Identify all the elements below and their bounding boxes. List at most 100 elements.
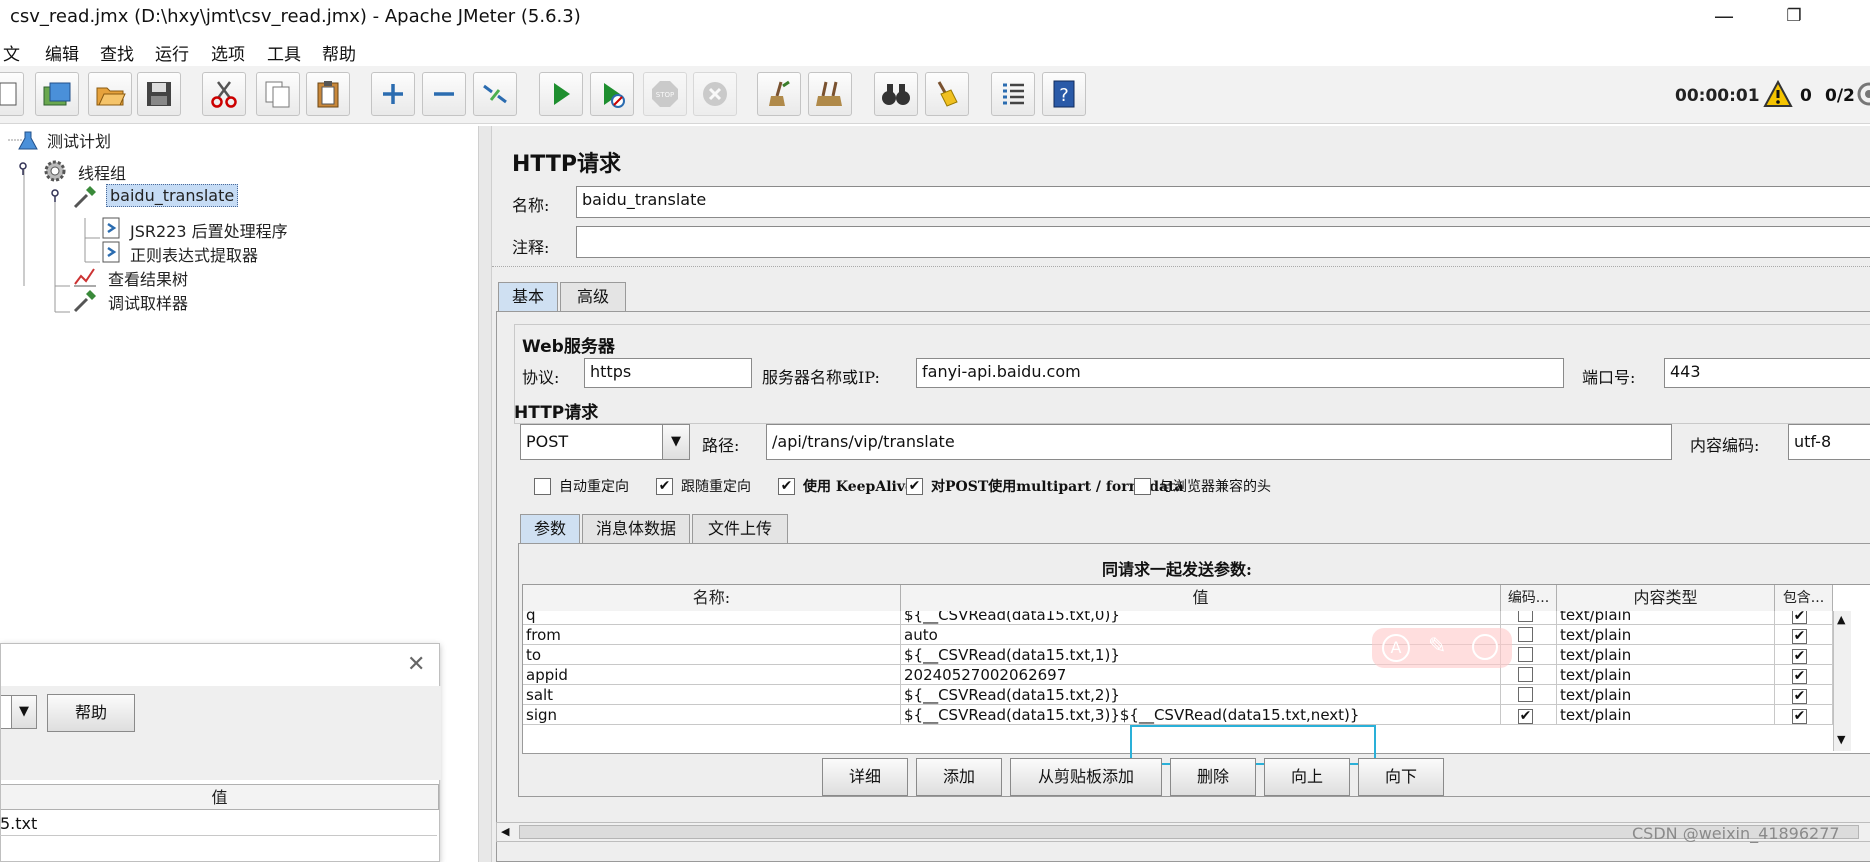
shutdown-button[interactable]	[693, 72, 737, 116]
param-value-cell[interactable]: 20240527002062697	[901, 665, 1501, 685]
translate-overlay-icon[interactable]: A	[1382, 634, 1410, 662]
param-content-type-cell[interactable]: text/plain	[1557, 611, 1775, 625]
table-row[interactable]: appid 20240527002062697 text/plain ✔	[523, 665, 1833, 685]
param-include-cell[interactable]: ✔	[1775, 685, 1833, 705]
param-content-type-cell[interactable]: text/plain	[1557, 625, 1775, 645]
new-button[interactable]	[0, 72, 24, 116]
dialog-close-icon[interactable]: ✕	[407, 652, 425, 677]
method-select[interactable]: POST	[520, 424, 664, 460]
param-include-cell[interactable]: ✔	[1775, 625, 1833, 645]
menu-edit[interactable]: 编辑	[45, 40, 79, 65]
table-row[interactable]: salt ${__CSVRead(data15.txt,2)} text/plain…	[523, 685, 1833, 705]
param-value-cell[interactable]: ${__CSVRead(data15.txt,3)}${__CSVRead(da…	[901, 705, 1501, 725]
dialog-value-header[interactable]: 值	[1, 784, 439, 810]
table-row[interactable]: sign ${__CSVRead(data15.txt,3)}${__CSVRea…	[523, 705, 1833, 725]
cut-button[interactable]	[202, 72, 246, 116]
param-content-type-cell[interactable]: text/plain	[1557, 645, 1775, 665]
move-up-button[interactable]: 向上	[1264, 758, 1350, 796]
menu-options[interactable]: 选项	[211, 40, 245, 65]
param-content-type-cell[interactable]: text/plain	[1557, 665, 1775, 685]
dialog-combo-arrow-icon[interactable]: ▼	[11, 695, 37, 729]
stop-button[interactable]: STOP	[643, 72, 687, 116]
checkbox[interactable]: ✔	[1518, 708, 1533, 724]
param-include-cell[interactable]: ✔	[1775, 611, 1833, 625]
scroll-down-icon[interactable]: ▼	[1837, 733, 1845, 746]
menu-help[interactable]: 帮助	[322, 40, 356, 65]
param-encode-cell[interactable]	[1501, 665, 1557, 685]
param-include-cell[interactable]: ✔	[1775, 665, 1833, 685]
open-button[interactable]	[88, 72, 132, 116]
param-encode-cell[interactable]	[1501, 611, 1557, 625]
tab-parameters[interactable]: 参数	[520, 514, 580, 544]
table-row[interactable]: q ${__CSVRead(data15.txt,0)} text/plain ✔	[523, 611, 1833, 625]
search-overlay-icon[interactable]	[1472, 634, 1498, 660]
header-name[interactable]: 名称:	[523, 585, 901, 611]
clear-all-button[interactable]	[808, 72, 852, 116]
tab-basic[interactable]: 基本	[498, 282, 558, 312]
param-name-cell[interactable]: from	[523, 625, 901, 645]
menu-tools[interactable]: 工具	[267, 40, 301, 65]
checkbox[interactable]	[1134, 477, 1151, 495]
minimize-button[interactable]: —	[1702, 2, 1746, 30]
start-no-pauses-button[interactable]	[590, 72, 634, 116]
expand-toggle-icon[interactable]	[16, 162, 30, 176]
option-auto-redirect[interactable]: 自动重定向	[534, 476, 629, 496]
function-helper-button[interactable]	[991, 72, 1035, 116]
checkbox[interactable]	[1518, 611, 1533, 622]
start-button[interactable]	[539, 72, 583, 116]
tab-body-data[interactable]: 消息体数据	[582, 514, 690, 544]
table-row[interactable]: from auto text/plain ✔	[523, 625, 1833, 645]
param-value-cell[interactable]: ${__CSVRead(data15.txt,0)}	[901, 611, 1501, 625]
checkbox[interactable]: ✔	[1792, 611, 1807, 624]
checkbox[interactable]	[1518, 667, 1533, 682]
checkbox[interactable]: ✔	[1792, 708, 1807, 724]
scroll-left-icon[interactable]: ◀	[501, 825, 509, 838]
params-scrollbar[interactable]: ▲ ▼	[1833, 611, 1851, 751]
overlay-toolbar[interactable]: A ✎	[1372, 628, 1512, 668]
param-name-cell[interactable]: sign	[523, 705, 901, 725]
magic-wand-icon[interactable]: ✎	[1428, 634, 1446, 659]
checkbox[interactable]: ✔	[778, 477, 795, 495]
param-content-type-cell[interactable]: text/plain	[1557, 685, 1775, 705]
checkbox[interactable]: ✔	[1792, 648, 1807, 664]
expand-toggle-icon[interactable]	[48, 189, 62, 203]
search-button[interactable]	[874, 72, 918, 116]
splitter[interactable]	[478, 126, 492, 862]
checkbox[interactable]	[534, 477, 551, 495]
checkbox[interactable]	[1518, 647, 1533, 662]
option-keepalive[interactable]: ✔ 使用 KeepAlive	[778, 476, 914, 496]
checkbox[interactable]	[1518, 627, 1533, 642]
copy-button[interactable]	[256, 72, 300, 116]
path-field[interactable]: /api/trans/vip/translate	[766, 424, 1672, 460]
help-button[interactable]: ?	[1042, 72, 1086, 116]
checkbox[interactable]: ✔	[906, 477, 923, 495]
encoding-field[interactable]: utf-8	[1788, 424, 1870, 460]
checkbox[interactable]: ✔	[656, 477, 673, 495]
checkbox[interactable]	[1518, 687, 1533, 702]
param-name-cell[interactable]: to	[523, 645, 901, 665]
port-field[interactable]: 443	[1664, 358, 1870, 388]
detail-button[interactable]: 详细	[822, 758, 908, 796]
warning-icon[interactable]	[1763, 80, 1793, 108]
param-name-cell[interactable]: salt	[523, 685, 901, 705]
comment-field[interactable]	[576, 226, 1870, 258]
tab-advanced[interactable]: 高级	[560, 282, 626, 312]
collapse-all-button[interactable]	[422, 72, 466, 116]
paste-button[interactable]	[306, 72, 350, 116]
server-field[interactable]: fanyi-api.baidu.com	[916, 358, 1564, 388]
option-browser-compatible[interactable]: 与浏览器兼容的头	[1134, 476, 1271, 496]
reset-search-button[interactable]	[925, 72, 969, 116]
dialog-value-cell[interactable]: 5.txt	[0, 812, 437, 836]
param-include-cell[interactable]: ✔	[1775, 645, 1833, 665]
checkbox[interactable]: ✔	[1792, 688, 1807, 704]
option-follow-redirects[interactable]: ✔ 跟随重定向	[656, 476, 751, 496]
header-value[interactable]: 值	[901, 585, 1501, 611]
header-include[interactable]: 包含...	[1775, 585, 1833, 611]
delete-button[interactable]: 删除	[1170, 758, 1256, 796]
save-button[interactable]	[137, 72, 181, 116]
param-content-type-cell[interactable]: text/plain	[1557, 705, 1775, 725]
dialog-help-button[interactable]: 帮助	[47, 694, 135, 732]
table-row[interactable]: to ${__CSVRead(data15.txt,1)} text/plain ✔	[523, 645, 1833, 665]
param-include-cell[interactable]: ✔	[1775, 705, 1833, 725]
menu-search[interactable]: 查找	[100, 40, 134, 65]
